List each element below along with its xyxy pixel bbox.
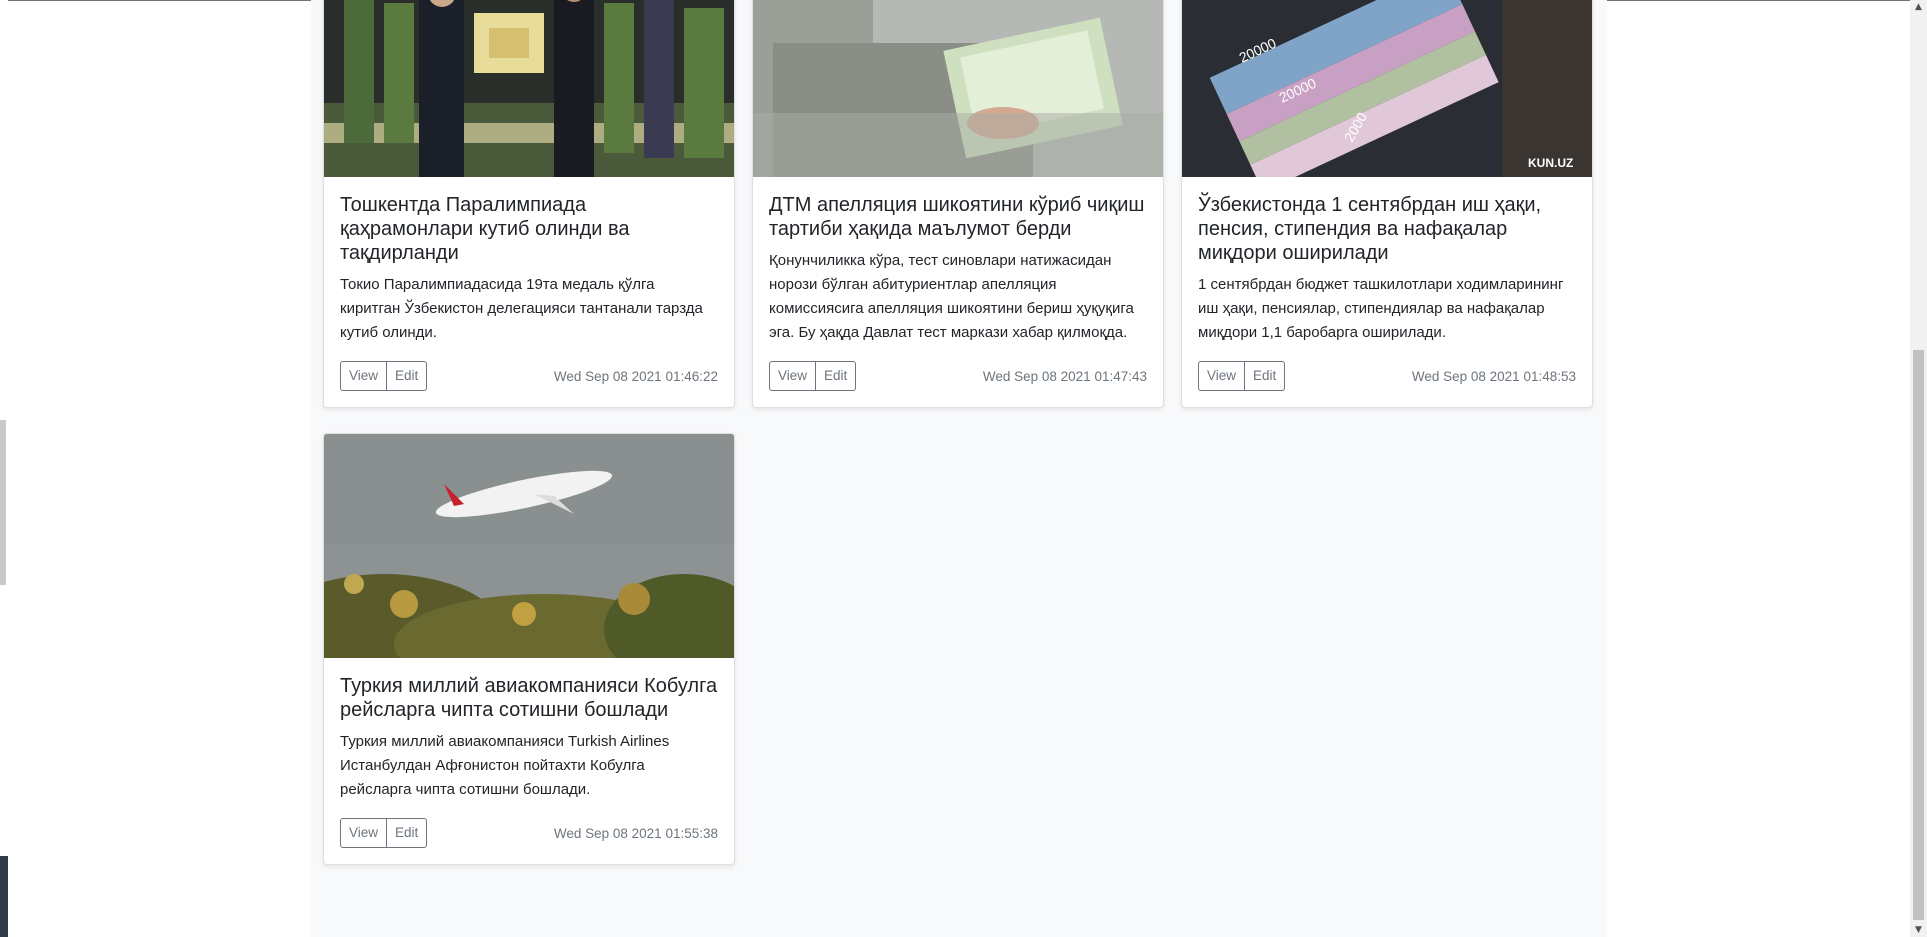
edit-button[interactable]: Edit (1245, 361, 1286, 391)
view-button[interactable]: View (340, 818, 388, 848)
card-actions: View Edit (340, 818, 428, 848)
news-container: Тошкентда Паралимпиада қаҳрамонлари кути… (311, 0, 1607, 937)
left-edge-mark (0, 420, 6, 585)
scrollbar-thumb[interactable] (1913, 350, 1924, 920)
edit-button[interactable]: Edit (387, 361, 428, 391)
view-button[interactable]: View (1198, 361, 1246, 391)
image-watermark: KUN.UZ (1528, 156, 1573, 170)
news-card: Тошкентда Паралимпиада қаҳрамонлари кути… (323, 0, 735, 408)
news-card-date: Wed Sep 08 2021 01:55:38 (553, 825, 718, 841)
vertical-scrollbar[interactable]: ▲ ▼ (1910, 0, 1927, 937)
card-actions: View Edit (1198, 361, 1286, 391)
news-card-image (324, 434, 734, 658)
news-card: 20000 20000 2000 KUN.UZ Ўзбекистонда 1 с… (1181, 0, 1593, 408)
left-edge-dark-mark (0, 856, 8, 937)
news-card-title: ДТМ апелляция шикоятини кўриб чиқиш тарт… (769, 194, 1145, 240)
news-card-image (753, 0, 1163, 177)
news-card-text: Туркия миллий авиакомпанияси Turkish Air… (340, 733, 670, 798)
card-actions: View Edit (340, 361, 428, 391)
news-card-text: Токио Паралимпиадасида 19та медаль қўлга… (340, 276, 703, 341)
news-card-date: Wed Sep 08 2021 01:48:53 (1411, 368, 1576, 384)
edit-button[interactable]: Edit (816, 361, 857, 391)
news-card-image (324, 0, 734, 177)
news-card-title: Туркия миллий авиакомпанияси Кобулга рей… (340, 675, 718, 721)
left-edge (0, 0, 8, 937)
ceremony-photo (324, 0, 734, 177)
news-card-date: Wed Sep 08 2021 01:46:22 (553, 368, 718, 384)
news-card-date: Wed Sep 08 2021 01:47:43 (982, 368, 1147, 384)
scroll-up-icon[interactable]: ▲ (1910, 0, 1927, 14)
news-card-image: 20000 20000 2000 KUN.UZ (1182, 0, 1592, 177)
view-button[interactable]: View (769, 361, 817, 391)
documents-photo (753, 0, 1163, 177)
edit-button[interactable]: Edit (387, 818, 428, 848)
scroll-down-icon[interactable]: ▼ (1910, 923, 1927, 937)
news-card-text: 1 сентябрдан бюджет ташкилотлари ходимла… (1198, 276, 1564, 341)
banknotes-photo: 20000 20000 2000 KUN.UZ (1182, 0, 1592, 177)
airplane-photo (324, 434, 734, 658)
news-card-title: Тошкентда Паралимпиада қаҳрамонлари кути… (340, 194, 630, 264)
news-card: ДТМ апелляция шикоятини кўриб чиқиш тарт… (752, 0, 1164, 408)
card-actions: View Edit (769, 361, 857, 391)
view-button[interactable]: View (340, 361, 388, 391)
news-card-title: Ўзбекистонда 1 сентябрдан иш ҳақи, пенси… (1198, 194, 1542, 264)
news-card: Туркия миллий авиакомпанияси Кобулга рей… (323, 433, 735, 865)
news-card-text: Қонунчиликка кўра, тест синовлари натижа… (769, 252, 1134, 341)
